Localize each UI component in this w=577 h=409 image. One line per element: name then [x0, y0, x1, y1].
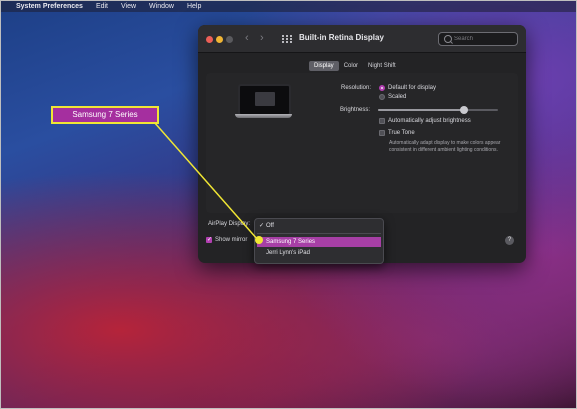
menu-window[interactable]: Window [149, 3, 174, 10]
menu-edit[interactable]: Edit [96, 3, 108, 10]
minimize-button[interactable] [216, 36, 223, 43]
window-title: Built-in Retina Display [299, 33, 384, 42]
airplay-display-label: AirPlay Display: [208, 221, 251, 227]
show-mirroring-label: Show mirror [215, 237, 248, 243]
title-bar: ‹ › Built-in Retina Display [198, 25, 526, 53]
dropdown-item-off[interactable]: ✓ Off [257, 221, 381, 231]
search-icon [444, 35, 452, 43]
segmented-tabs: Display Color Night Shift [309, 61, 401, 71]
brightness-label: Brightness: [340, 107, 371, 113]
radio-scaled-label: Scaled [388, 94, 407, 100]
dropdown-item-label: Jerri Lynn's iPad [266, 250, 310, 256]
back-arrow-icon[interactable]: ‹ [245, 32, 249, 44]
dropdown-separator [257, 233, 381, 234]
resolution-label: Resolution: [341, 85, 372, 91]
callout-label: Samsung 7 Series [51, 106, 159, 124]
close-button[interactable] [206, 36, 213, 43]
show-all-grid-icon[interactable] [282, 35, 292, 44]
auto-adjust-brightness-label: Automatically adjust brightness [388, 118, 471, 124]
radio-default-label: Default for display [388, 85, 437, 91]
true-tone-label: True Tone [388, 130, 415, 136]
dropdown-item-samsung-7-series[interactable]: Samsung 7 Series [257, 237, 381, 247]
auto-adjust-brightness-checkbox[interactable] [379, 118, 385, 124]
radio-scaled[interactable] [379, 94, 385, 100]
dropdown-item-label: Off [266, 223, 274, 229]
show-mirroring-checkbox[interactable] [206, 236, 212, 243]
search-field[interactable] [438, 32, 518, 46]
menu-help[interactable]: Help [187, 3, 201, 10]
true-tone-description: Automatically adapt display to make colo… [389, 140, 501, 153]
checkmark-icon: ✓ [259, 223, 265, 229]
tab-night-shift[interactable]: Night Shift [363, 61, 401, 71]
menu-app-name[interactable]: System Preferences [16, 3, 83, 10]
dropdown-item-label: Samsung 7 Series [266, 239, 316, 245]
laptop-display-icon [235, 81, 295, 141]
dropdown-item-jerri-lynns-ipad[interactable]: Jerri Lynn's iPad [257, 248, 381, 258]
menu-view[interactable]: View [121, 3, 136, 10]
airplay-display-dropdown-menu: ✓ Off Samsung 7 Series Jerri Lynn's iPad [254, 218, 384, 264]
help-button[interactable]: ? [505, 236, 514, 245]
true-tone-checkbox[interactable] [379, 130, 385, 136]
zoom-button[interactable] [226, 36, 233, 43]
tab-display[interactable]: Display [309, 61, 339, 71]
brightness-slider[interactable] [378, 106, 498, 114]
search-input[interactable] [454, 34, 514, 44]
tab-color[interactable]: Color [339, 61, 363, 71]
radio-default-for-display[interactable] [379, 85, 385, 91]
menu-bar: System Preferences Edit View Window Help [0, 0, 577, 12]
brightness-slider-fill [378, 109, 465, 111]
forward-arrow-icon[interactable]: › [260, 32, 264, 44]
